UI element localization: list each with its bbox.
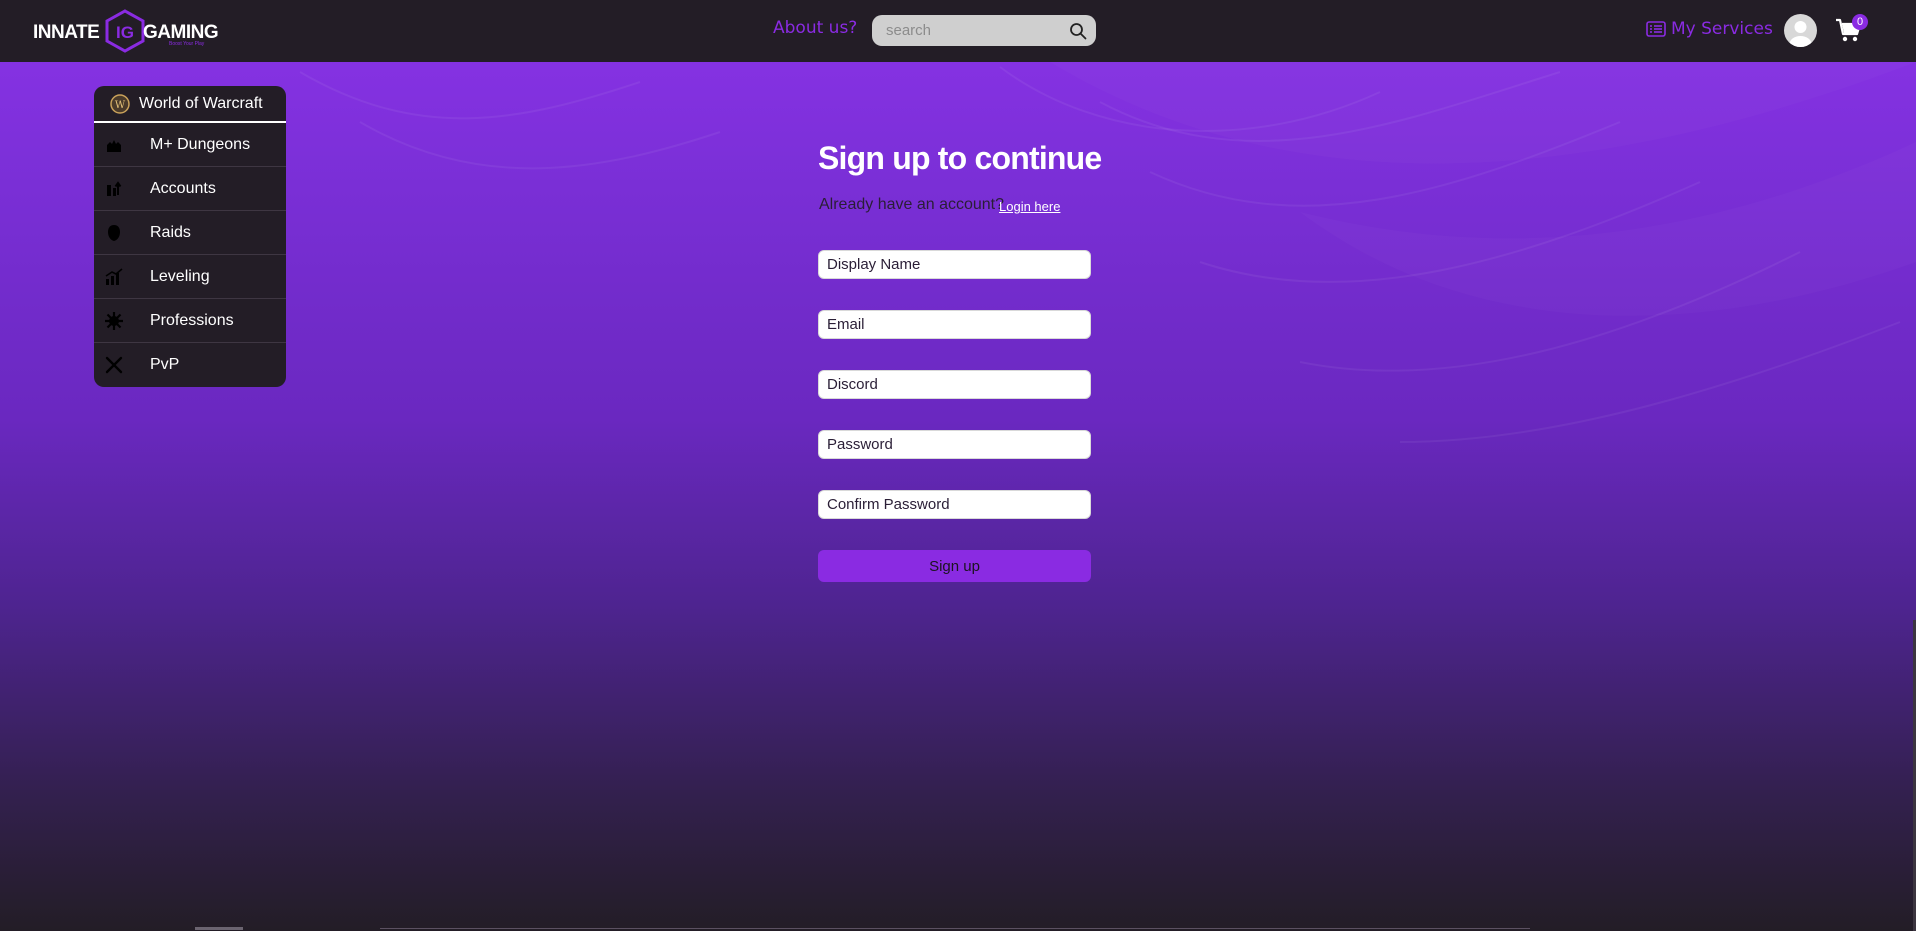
confirm-password-field[interactable] xyxy=(818,490,1091,519)
user-avatar[interactable] xyxy=(1784,14,1817,47)
game-sidebar: W World of Warcraft M+ Dungeons Accounts… xyxy=(94,86,286,387)
sidebar-item-pvp[interactable]: PvP xyxy=(94,343,286,387)
sidebar-item-raids[interactable]: Raids xyxy=(94,211,286,255)
swords-icon xyxy=(105,356,123,374)
email-field[interactable] xyxy=(818,310,1091,339)
sidebar-item-accounts[interactable]: Accounts xyxy=(94,167,286,211)
site-logo[interactable]: INNATE IG GAMING Boost Your Play xyxy=(33,8,223,54)
svg-text:IG: IG xyxy=(116,23,134,42)
sidebar-item-label: Professions xyxy=(150,311,234,329)
login-here-link[interactable]: Login here xyxy=(999,199,1060,214)
raids-icon xyxy=(108,224,120,241)
about-us-link[interactable]: About us? xyxy=(773,18,857,38)
professions-icon xyxy=(105,311,123,330)
svg-text:W: W xyxy=(115,100,126,111)
wow-logo-icon: W xyxy=(110,93,130,114)
already-have-account-text: Already have an account? xyxy=(819,196,1005,213)
password-field[interactable] xyxy=(818,430,1091,459)
sidebar-item-label: PvP xyxy=(150,356,180,373)
sidebar-item-label: Leveling xyxy=(150,267,210,285)
page-title: Sign up to continue xyxy=(818,140,1102,176)
cart-count-badge: 0 xyxy=(1852,14,1868,30)
logo-hexagon-icon: IG xyxy=(105,9,145,53)
sidebar-game-header[interactable]: W World of Warcraft xyxy=(94,86,286,123)
search-box xyxy=(872,15,1096,46)
services-list-icon xyxy=(1646,21,1666,37)
logo-word-innate: INNATE xyxy=(33,22,100,43)
discord-field[interactable] xyxy=(818,370,1091,399)
sidebar-item-label: Accounts xyxy=(150,179,216,197)
dungeon-icon xyxy=(107,139,121,152)
sidebar-item-label: Raids xyxy=(150,223,191,241)
search-input[interactable] xyxy=(886,15,1066,46)
accounts-icon xyxy=(107,180,122,196)
horizontal-scroll-thumb[interactable] xyxy=(195,927,243,930)
sidebar-item-label: M+ Dungeons xyxy=(150,135,251,153)
sidebar-item-leveling[interactable]: Leveling xyxy=(94,255,286,299)
search-icon[interactable] xyxy=(1069,22,1087,40)
leveling-icon xyxy=(105,267,123,285)
sidebar-game-label: World of Warcraft xyxy=(139,94,263,112)
my-services-link[interactable]: My Services xyxy=(1646,17,1773,41)
user-icon xyxy=(1789,21,1812,47)
sidebar-item-professions[interactable]: Professions xyxy=(94,299,286,343)
logo-tagline: Boost Your Play xyxy=(169,41,205,47)
my-services-label: My Services xyxy=(1671,19,1773,39)
sidebar-item-m-plus-dungeons[interactable]: M+ Dungeons xyxy=(94,123,286,167)
top-header: INNATE IG GAMING Boost Your Play About u… xyxy=(0,0,1916,62)
sign-up-button[interactable]: Sign up xyxy=(818,550,1091,582)
display-name-field[interactable] xyxy=(818,250,1091,279)
bottom-divider xyxy=(380,928,1530,929)
